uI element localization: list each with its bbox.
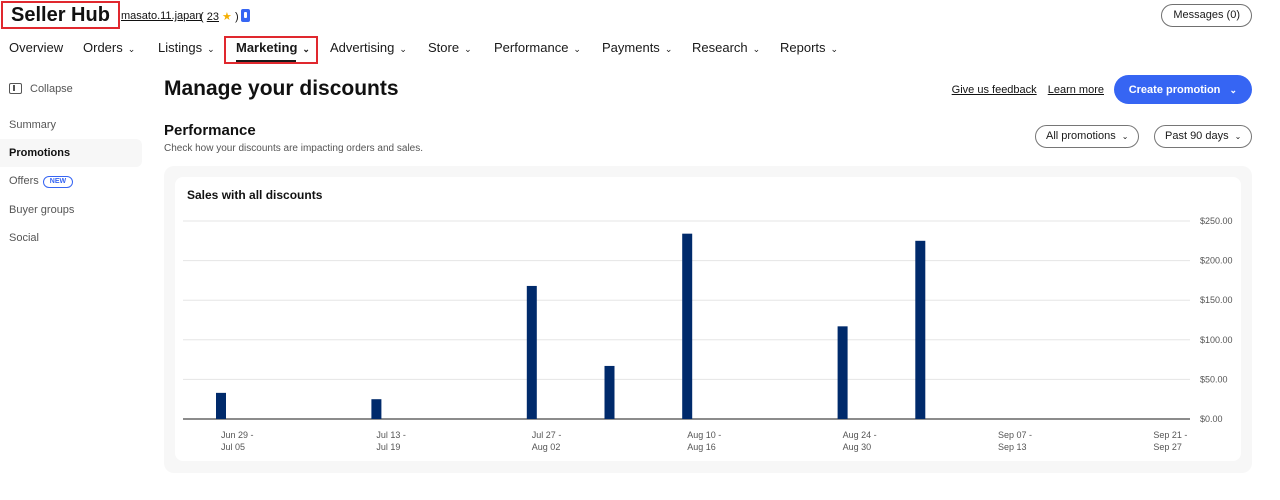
y-tick-label: $200.00 (1200, 256, 1233, 266)
x-tick-label: Jul 13 - (376, 430, 406, 440)
chart-bar (526, 285, 537, 419)
x-tick-label: Sep 13 (998, 442, 1027, 452)
x-tick-label: Aug 10 - (687, 430, 721, 440)
y-tick-label: $150.00 (1200, 295, 1233, 305)
x-tick-label: Jul 19 (376, 442, 400, 452)
x-tick-label: Aug 16 (687, 442, 716, 452)
sales-bar-chart: $0.00 $50.00 $100.00 $150.00 $200.00 $250.00 J… (183, 216, 1233, 452)
y-tick-label: $250.00 (1200, 216, 1233, 226)
chart-bar (915, 240, 926, 419)
chart-bar (837, 326, 848, 419)
x-tick-label: Aug 02 (532, 442, 561, 452)
chart-bar (682, 233, 693, 419)
x-tick-label: Jul 05 (221, 442, 245, 452)
chart-bar (604, 365, 615, 419)
x-tick-label: Jun 29 - (221, 430, 254, 440)
x-tick-label: Jul 27 - (532, 430, 562, 440)
y-tick-label: $100.00 (1200, 335, 1233, 345)
chart-bar (371, 399, 382, 419)
x-tick-label: Sep 07 - (998, 430, 1032, 440)
x-tick-label: Aug 30 (843, 442, 872, 452)
x-tick-label: Aug 24 - (843, 430, 877, 440)
x-tick-label: Sep 21 - (1153, 430, 1187, 440)
y-tick-label: $50.00 (1200, 374, 1228, 384)
x-tick-label: Sep 27 (1153, 442, 1182, 452)
chart-bar (216, 392, 226, 419)
y-tick-label: $0.00 (1200, 414, 1223, 424)
